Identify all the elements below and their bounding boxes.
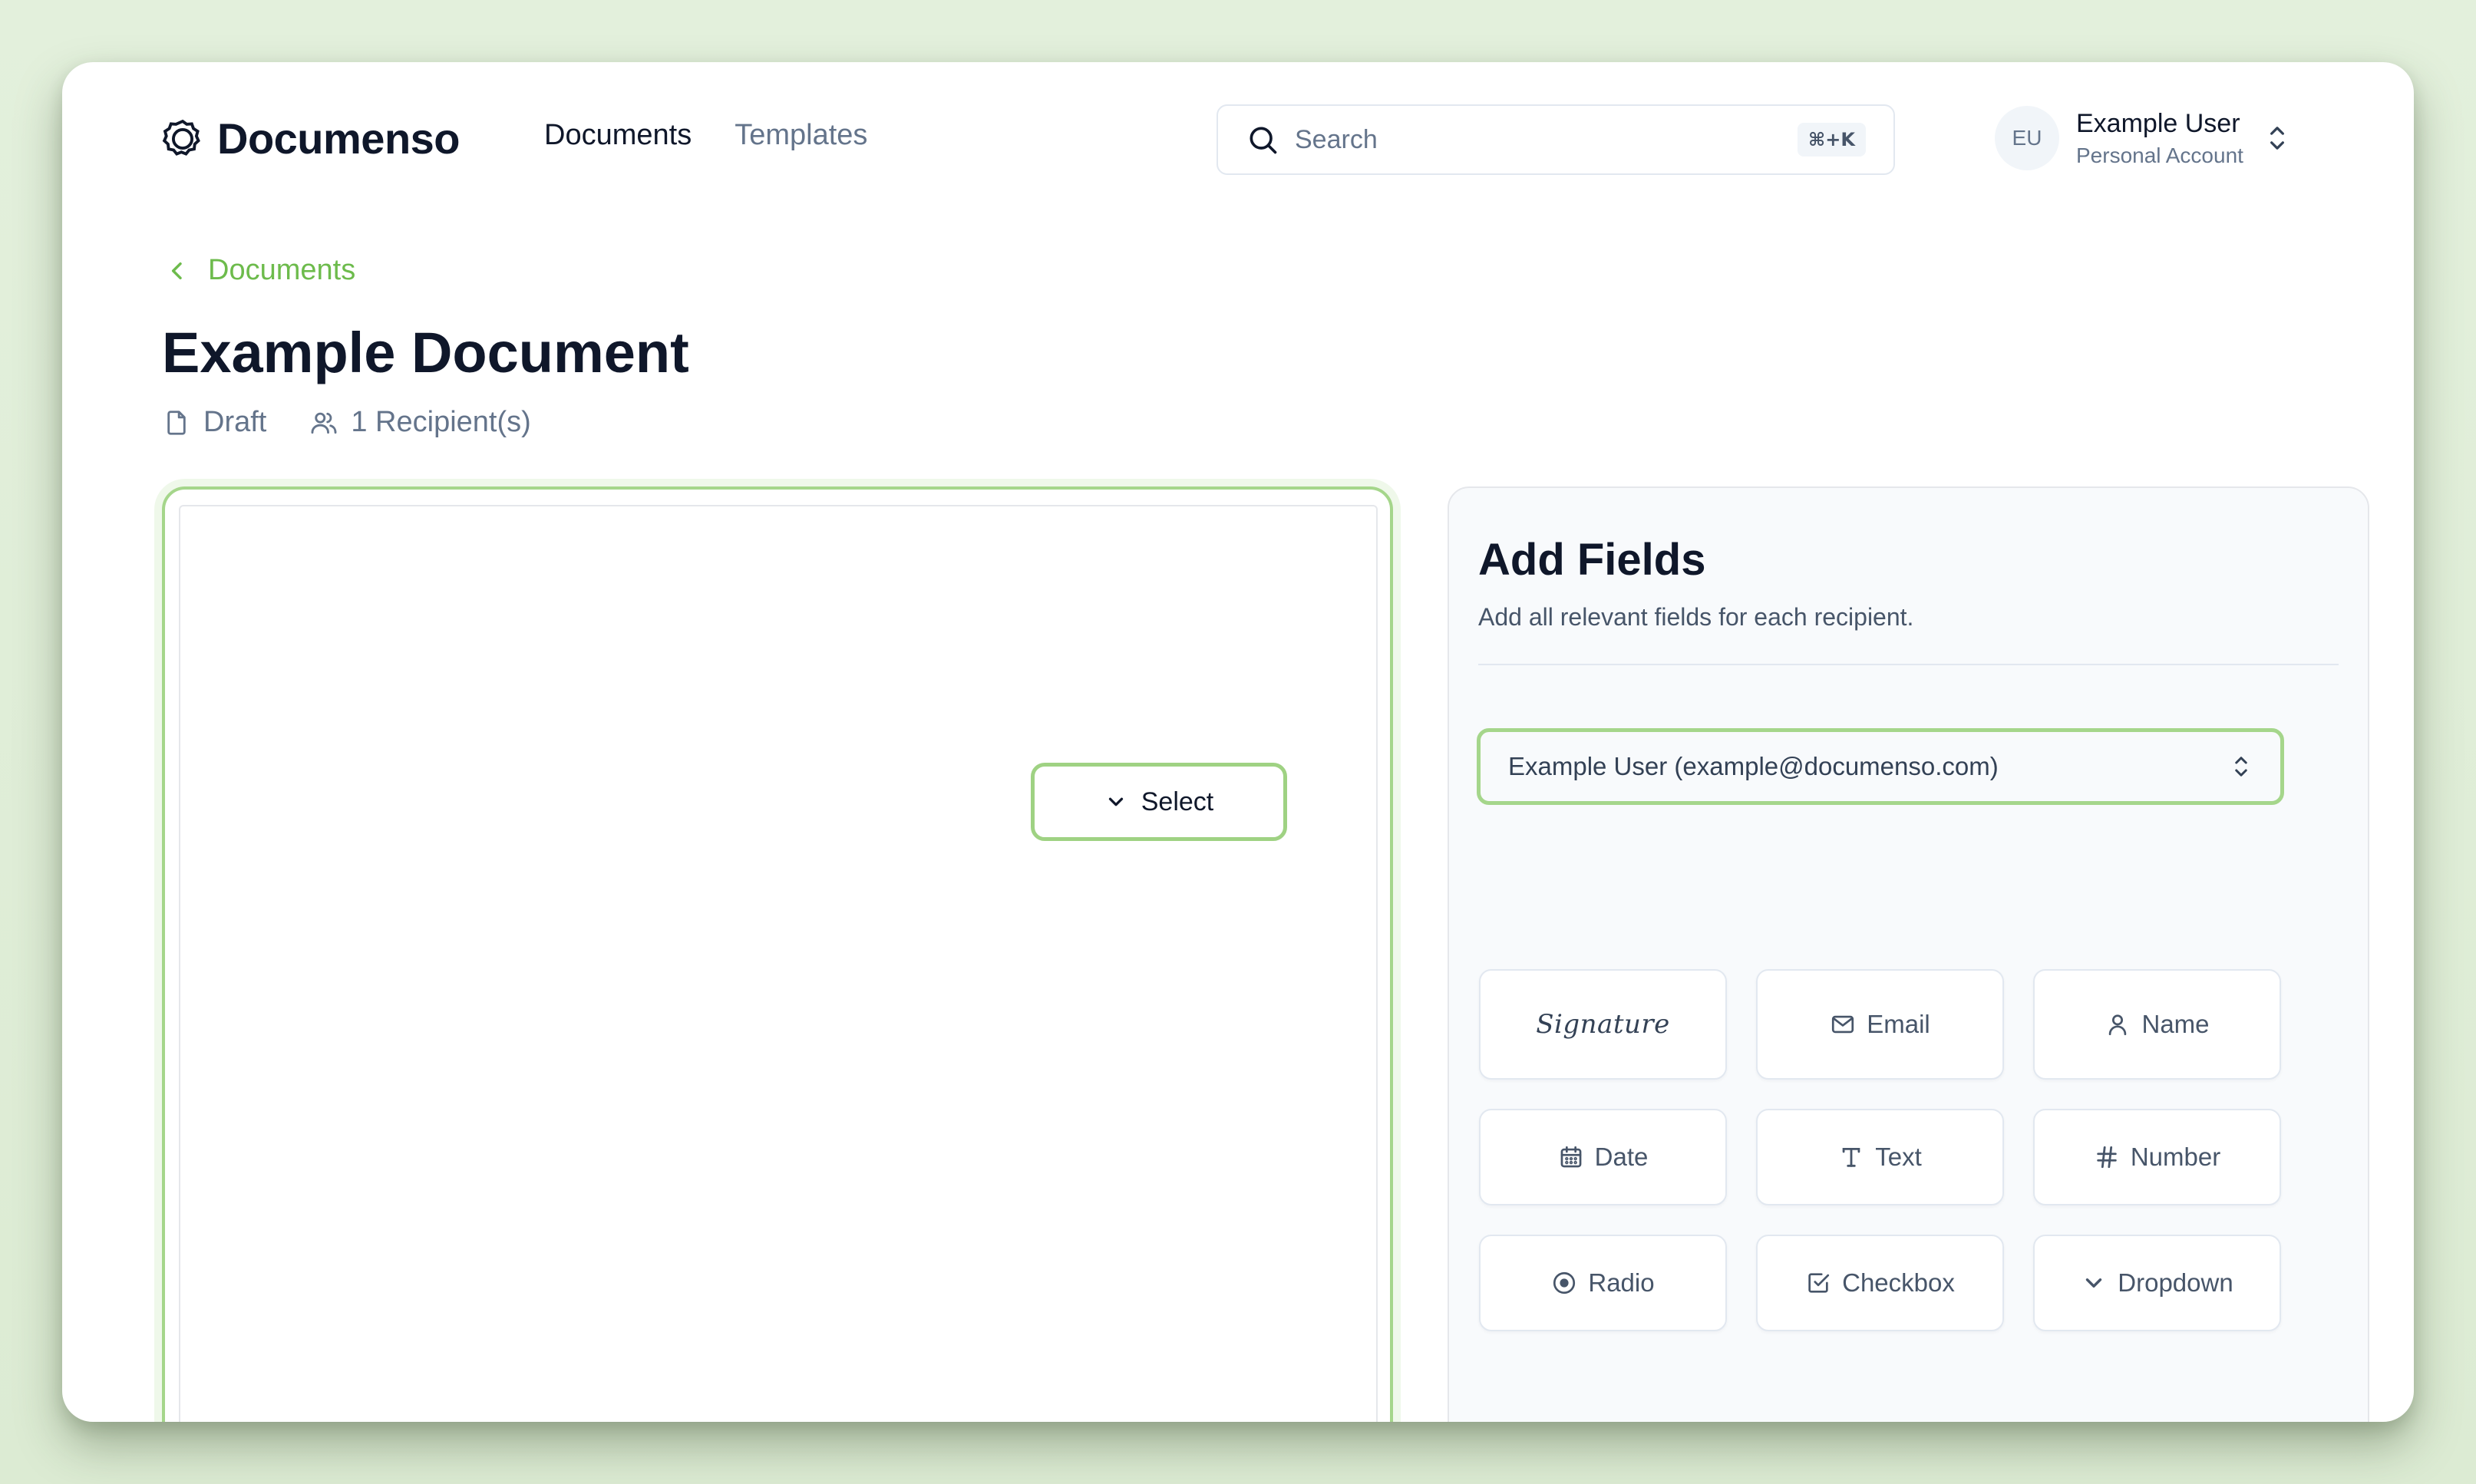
hash-icon	[2097, 1146, 2117, 1169]
add-fields-panel: Add Fields Add all relevant fields for e…	[1448, 486, 2369, 1422]
text-icon	[1842, 1147, 1860, 1167]
text-label: Text	[1875, 1143, 1922, 1171]
select-field-label: Select	[1141, 787, 1214, 816]
document-meta: Draft 1 Recipient(s)	[162, 406, 574, 439]
user-account-type: Personal Account	[2076, 143, 2243, 167]
chevron-down-icon	[2086, 1278, 2102, 1288]
radio-icon	[1553, 1271, 1576, 1294]
user-menu[interactable]: EU Example User Personal Account	[1995, 106, 2291, 170]
radio-label: Radio	[1588, 1268, 1655, 1297]
recipients-count: 1 Recipient(s)	[309, 406, 531, 439]
nav-templates[interactable]: Templates	[735, 119, 867, 152]
checkbox-label: Checkbox	[1842, 1268, 1955, 1297]
field-text-button[interactable]: Text	[1756, 1109, 2004, 1205]
chevrons-up-down-icon	[2270, 127, 2284, 150]
document-page[interactable]	[179, 505, 1378, 1422]
panel-title: Add Fields	[1478, 535, 1706, 585]
breadcrumb-label: Documents	[208, 254, 356, 286]
field-name-button[interactable]: Name	[2033, 969, 2281, 1080]
calendar-icon	[1560, 1146, 1582, 1168]
avatar: EU	[1995, 106, 2059, 170]
panel-description: Add all relevant fields for each recipie…	[1478, 603, 1914, 631]
field-number-button[interactable]: Number	[2033, 1109, 2281, 1205]
status-badge: Draft	[162, 406, 266, 439]
select-field-button[interactable]: Select	[1031, 763, 1287, 841]
name-label: Name	[2141, 1010, 2210, 1038]
email-label: Email	[1867, 1010, 1930, 1038]
user-info: Example User Personal Account	[2076, 109, 2243, 168]
file-icon	[167, 410, 186, 435]
breadcrumb[interactable]: Documents	[165, 254, 355, 287]
recipient-select[interactable]: Example User (example@documenso.com)	[1477, 728, 2284, 805]
page-title: Example Document	[162, 321, 689, 384]
panel-divider	[1478, 664, 2339, 665]
chevrons-up-down-icon	[2235, 757, 2247, 777]
mail-icon	[1832, 1015, 1854, 1034]
app-window: Documenso Documents Templates Search ⌘+K…	[62, 62, 2414, 1422]
users-icon	[311, 412, 337, 434]
date-label: Date	[1594, 1143, 1649, 1171]
field-checkbox-button[interactable]: Checkbox	[1756, 1235, 2004, 1331]
status-label: Draft	[203, 406, 267, 438]
main-nav: Documents Templates	[544, 119, 867, 152]
dropdown-label: Dropdown	[2118, 1268, 2233, 1297]
field-types-grid: Signature Email Name Date Text Number Ra…	[1479, 969, 2285, 1331]
chevron-down-icon	[1108, 797, 1123, 806]
search-placeholder: Search	[1295, 124, 1378, 154]
field-dropdown-button[interactable]: Dropdown	[2033, 1235, 2281, 1331]
search-shortcut-badge: ⌘+K	[1798, 123, 1866, 157]
search-bar[interactable]: Search ⌘+K	[1217, 104, 1895, 175]
documenso-logo-icon	[162, 119, 200, 156]
recipient-select-value: Example User (example@documenso.com)	[1508, 752, 1999, 780]
recipients-label: 1 Recipient(s)	[351, 406, 531, 438]
user-name: Example User	[2076, 108, 2240, 138]
search-icon	[1250, 127, 1277, 154]
document-viewer	[162, 486, 1393, 1422]
signature-label: Signature	[1536, 1009, 1670, 1040]
checkbox-icon	[1808, 1273, 1830, 1293]
brand-name: Documenso	[217, 114, 461, 163]
brand-logo[interactable]: Documenso	[160, 114, 461, 163]
nav-documents[interactable]: Documents	[544, 119, 692, 152]
field-email-button[interactable]: Email	[1756, 969, 2004, 1080]
field-radio-button[interactable]: Radio	[1479, 1235, 1727, 1331]
number-label: Number	[2130, 1143, 2221, 1171]
chevron-left-icon	[171, 262, 182, 279]
field-date-button[interactable]: Date	[1479, 1109, 1727, 1205]
user-icon	[2109, 1014, 2127, 1036]
field-signature-button[interactable]: Signature	[1479, 969, 1727, 1080]
